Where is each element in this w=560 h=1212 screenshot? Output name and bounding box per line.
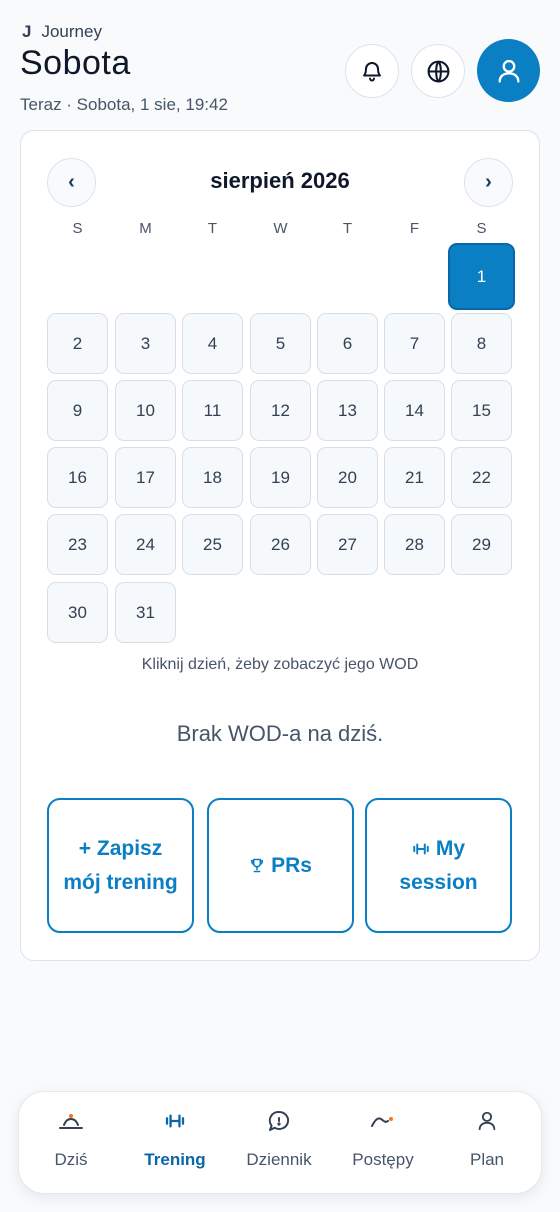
calendar-day[interactable]: 8 (451, 313, 512, 374)
user-icon (498, 59, 519, 83)
bell-icon (363, 62, 381, 82)
brand-name: Journey (41, 22, 102, 41)
page-title: Sobota (20, 44, 131, 82)
calendar-day[interactable]: 13 (317, 380, 378, 441)
calendar-day[interactable]: 4 (182, 313, 243, 374)
nav-item-journal[interactable]: Dziennik (227, 1092, 331, 1195)
calendar-day[interactable]: 26 (250, 514, 311, 575)
calendar-hint: Kliknij dzień, żeby zobaczyć jego WOD (141, 656, 419, 673)
calendar-day[interactable]: 17 (115, 447, 176, 508)
calendar-day[interactable]: 20 (317, 447, 378, 508)
calendar-day[interactable]: 31 (115, 582, 176, 643)
calendar-day[interactable]: 9 (47, 380, 108, 441)
calendar-day[interactable]: 18 (182, 447, 243, 508)
calendar-day[interactable]: 25 (182, 514, 243, 575)
person-icon (478, 1111, 496, 1131)
notifications-button[interactable] (345, 44, 399, 98)
prev-month-button[interactable]: ‹ (47, 158, 96, 207)
calendar-day[interactable]: 23 (47, 514, 108, 575)
weekday-label: S (476, 220, 487, 237)
calendar-day[interactable]: 2 (47, 313, 108, 374)
calendar-day[interactable]: 30 (47, 582, 108, 643)
calendar-day[interactable]: 5 (250, 313, 311, 374)
month-title: sierpień 2026 (210, 168, 350, 193)
trophy-icon (250, 859, 264, 873)
prs-button[interactable]: PRs (207, 798, 354, 933)
app-brand: J Journey (22, 22, 102, 42)
weekday-label: T (342, 220, 353, 237)
weekday-label: T (207, 220, 218, 237)
prs-label: PRs (271, 853, 312, 877)
nav-label: Plan (469, 1150, 505, 1169)
page-subtitle: Teraz · Sobota, 1 sie, 19:42 (20, 95, 228, 114)
dumbbell-icon (413, 843, 429, 855)
calendar-day[interactable]: 6 (317, 313, 378, 374)
calendar-day-selected[interactable]: 1 (448, 243, 515, 310)
nav-item-plan[interactable]: Plan (435, 1092, 539, 1195)
calendar-day[interactable]: 28 (384, 514, 445, 575)
calendar-day[interactable]: 7 (384, 313, 445, 374)
language-button[interactable] (411, 44, 465, 98)
nav-label: Postępy (352, 1150, 414, 1169)
log-workout-label: + Zapisz mój trening (63, 836, 178, 894)
calendar-day[interactable]: 11 (182, 380, 243, 441)
calendar-day[interactable]: 22 (451, 447, 512, 508)
my-session-button[interactable]: My session (365, 798, 512, 933)
calendar-day[interactable]: 10 (115, 380, 176, 441)
calendar-day[interactable]: 16 (47, 447, 108, 508)
calendar-day[interactable]: 21 (384, 447, 445, 508)
profile-avatar-button[interactable] (477, 39, 540, 102)
nav-item-training[interactable]: Trening (123, 1092, 227, 1195)
weekday-label: F (409, 220, 420, 237)
nav-item-today[interactable]: Dziś (19, 1092, 123, 1195)
chat-bubble-icon (268, 1110, 290, 1131)
wod-empty-message: Brak WOD-a na dziś. (176, 721, 384, 746)
bottom-nav: Dziś Trening Dziennik Postępy Plan (18, 1091, 542, 1194)
log-workout-button[interactable]: + Zapisz mój trening (47, 798, 194, 933)
weekday-label: W (273, 220, 288, 237)
calendar-day[interactable]: 15 (451, 380, 512, 441)
dumbbell-icon (165, 1114, 185, 1128)
calendar-day[interactable]: 12 (250, 380, 311, 441)
nav-item-progress[interactable]: Postępy (331, 1092, 435, 1195)
calendar-day[interactable]: 29 (451, 514, 512, 575)
brand-mark: J (22, 22, 32, 41)
weekday-label: M (139, 220, 152, 237)
sunrise-icon (59, 1114, 83, 1129)
calendar-day[interactable]: 19 (250, 447, 311, 508)
next-month-button[interactable]: › (464, 158, 513, 207)
nav-label: Dziennik (246, 1150, 312, 1169)
calendar-day[interactable]: 14 (384, 380, 445, 441)
weekday-label: S (72, 220, 83, 237)
trend-line-icon (371, 1117, 393, 1127)
calendar-day[interactable]: 3 (115, 313, 176, 374)
nav-label: Dziś (54, 1150, 88, 1169)
globe-icon (427, 60, 449, 82)
calendar-day[interactable]: 27 (317, 514, 378, 575)
nav-label: Trening (144, 1150, 206, 1169)
calendar-day[interactable]: 24 (115, 514, 176, 575)
